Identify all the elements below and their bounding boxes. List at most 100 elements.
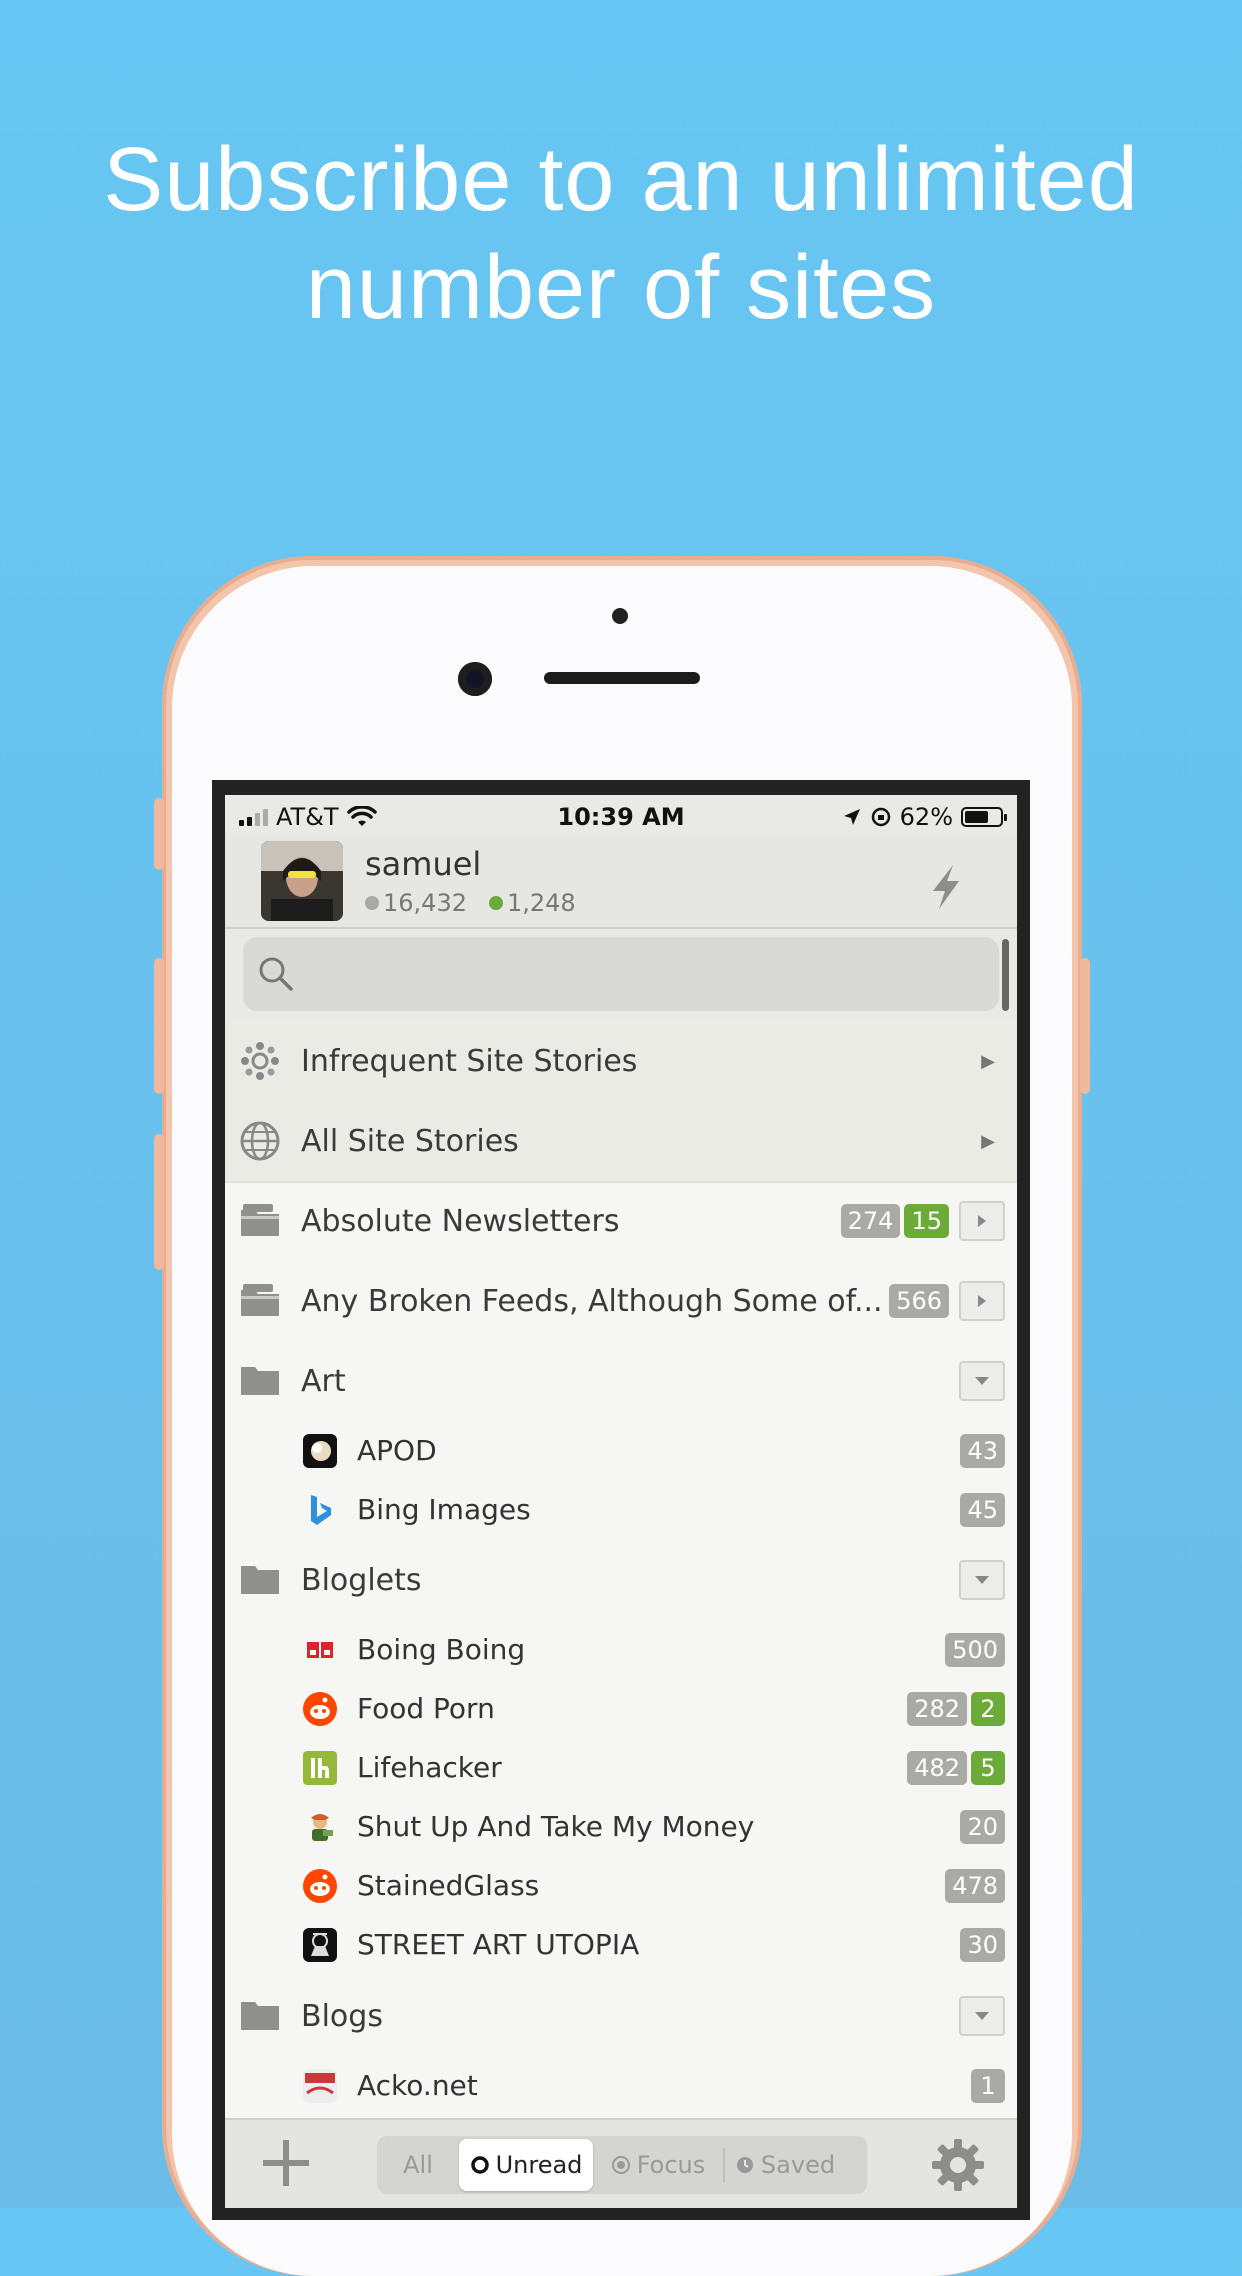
unread-badges: 566	[889, 1281, 1005, 1321]
row-label: Bloglets	[301, 1562, 422, 1598]
settings-gear-icon[interactable]	[929, 2136, 987, 2194]
row-label: Absolute Newsletters	[301, 1203, 620, 1239]
headline-line-1: Subscribe to an unlimited	[103, 130, 1139, 230]
unread-badges: 45	[960, 1492, 1005, 1527]
headline-line-2: number of sites	[305, 238, 937, 338]
row-label: All Site Stories	[301, 1123, 519, 1159]
feed-boing-boing[interactable]: Boing Boing 500	[225, 1620, 1017, 1679]
folder-absolute-newsletters[interactable]: Absolute Newsletters 274 15	[225, 1181, 1017, 1261]
chevron-right-icon	[978, 1295, 986, 1307]
saved-clock-icon	[736, 2157, 753, 2173]
positive-count: 1,248	[488, 889, 576, 917]
volume-down-button	[154, 1134, 164, 1270]
collapse-folder-button[interactable]	[959, 1996, 1005, 2036]
chevron-right-icon: ▶	[981, 1130, 995, 1152]
filter-saved[interactable]: Saved	[725, 2139, 845, 2191]
collapse-folder-button[interactable]	[959, 1361, 1005, 1401]
filter-focus-label: Focus	[636, 2151, 706, 2179]
row-label: Any Broken Feeds, Although Some of...	[301, 1283, 883, 1319]
expand-folder-button[interactable]	[959, 1201, 1005, 1241]
filter-all[interactable]: All	[377, 2139, 459, 2191]
infrequent-site-stories-row[interactable]: Infrequent Site Stories ▶	[225, 1021, 1017, 1103]
unread-circle-icon	[470, 2156, 489, 2174]
feed-acko-net[interactable]: Acko.net 1	[225, 2056, 1017, 2115]
add-site-icon[interactable]	[259, 2136, 313, 2190]
unread-badges: 43	[960, 1433, 1005, 1468]
status-right: 62%	[842, 803, 1007, 831]
row-label: Infrequent Site Stories	[301, 1043, 638, 1079]
expand-folder-button[interactable]	[959, 1281, 1005, 1321]
apod-favicon	[303, 1433, 337, 1468]
neutral-count-badge: 30	[960, 1927, 1005, 1962]
chevron-right-icon	[978, 1215, 986, 1227]
unread-badges: 478	[945, 1868, 1005, 1903]
feed-label: STREET ART UTOPIA	[357, 1928, 640, 1961]
fry-favicon	[303, 1810, 337, 1844]
folder-icon	[241, 1566, 279, 1594]
volume-up-button	[154, 958, 164, 1094]
app-screen: AT&T 10:39 AM 62% samuel 16,432 1,248 In…	[225, 795, 1017, 2208]
infrequent-icon	[241, 1042, 279, 1080]
feed-bing-images[interactable]: Bing Images 45	[225, 1480, 1017, 1539]
folder-blogs[interactable]: Blogs	[225, 1976, 1017, 2056]
feed-label: StainedGlass	[357, 1869, 540, 1902]
all-site-stories-row[interactable]: All Site Stories ▶	[225, 1101, 1017, 1183]
neutral-count-badge: 566	[889, 1284, 949, 1318]
intelligence-filter: All Unread Focus Saved	[377, 2136, 867, 2194]
feed-street-art-utopia[interactable]: STREET ART UTOPIA 30	[225, 1915, 1017, 1974]
unread-badges: 274 15	[840, 1201, 1005, 1241]
folder-stack-icon	[241, 1284, 279, 1316]
search-area	[225, 929, 1017, 1021]
mute-switch	[154, 798, 164, 870]
feed-label: Lifehacker	[357, 1751, 502, 1784]
acko-favicon	[303, 2068, 337, 2103]
bing-favicon	[303, 1493, 337, 1527]
feed-shut-up-and-take-my-money[interactable]: Shut Up And Take My Money 20	[225, 1797, 1017, 1856]
positive-count-badge: 2	[971, 1691, 1005, 1726]
chevron-down-icon	[975, 1377, 989, 1385]
search-input[interactable]	[243, 937, 999, 1011]
filter-focus[interactable]: Focus	[593, 2139, 723, 2191]
feed-food-porn[interactable]: Food Porn 282 2	[225, 1679, 1017, 1738]
folder-stack-icon	[241, 1204, 279, 1236]
row-label: Art	[301, 1363, 346, 1399]
feed-lifehacker[interactable]: Lifehacker 482 5	[225, 1738, 1017, 1797]
neutral-count-badge: 500	[945, 1632, 1005, 1667]
filter-unread[interactable]: Unread	[459, 2139, 593, 2191]
reddit-favicon	[303, 1691, 337, 1726]
street-art-favicon	[303, 1927, 337, 1962]
account-header[interactable]: samuel 16,432 1,248	[225, 835, 1017, 929]
avatar[interactable]	[261, 841, 343, 921]
feed-stainedglass[interactable]: StainedGlass 478	[225, 1856, 1017, 1915]
neutral-count-badge: 20	[960, 1809, 1005, 1844]
bottom-toolbar: All Unread Focus Saved	[225, 2118, 1017, 2208]
folder-broken-feeds[interactable]: Any Broken Feeds, Although Some of... 56…	[225, 1261, 1017, 1341]
scrollbar[interactable]	[1002, 939, 1009, 1011]
feed-label: Bing Images	[357, 1493, 531, 1526]
folder-bloglets[interactable]: Bloglets	[225, 1540, 1017, 1620]
neutral-count-badge: 1	[971, 2068, 1005, 2103]
location-arrow-icon	[843, 809, 860, 825]
folder-art[interactable]: Art	[225, 1341, 1017, 1421]
lifehacker-favicon	[303, 1750, 337, 1785]
reddit-favicon	[303, 1868, 337, 1903]
battery-icon	[961, 807, 1007, 827]
feed-label: Boing Boing	[357, 1633, 526, 1666]
neutral-count: 16,432	[365, 889, 467, 917]
unread-badges: 500	[945, 1632, 1005, 1667]
chevron-right-icon: ▶	[981, 1050, 995, 1072]
neutral-count-badge: 45	[960, 1492, 1005, 1527]
feed-label: Acko.net	[357, 2069, 478, 2102]
filter-saved-label: Saved	[760, 2151, 836, 2179]
chevron-down-icon	[975, 1576, 989, 1584]
front-camera	[458, 662, 492, 696]
feed-apod[interactable]: APOD 43	[225, 1421, 1017, 1480]
headline: Subscribe to an unlimited number of site…	[0, 126, 1242, 342]
feed-label: Shut Up And Take My Money	[357, 1810, 755, 1843]
neutral-count-badge: 274	[840, 1204, 901, 1238]
folder-controls	[953, 1996, 1005, 2036]
activities-bolt-icon[interactable]	[929, 863, 963, 911]
collapse-folder-button[interactable]	[959, 1560, 1005, 1600]
focus-target-icon	[611, 2156, 630, 2174]
feed-label: APOD	[357, 1434, 437, 1467]
